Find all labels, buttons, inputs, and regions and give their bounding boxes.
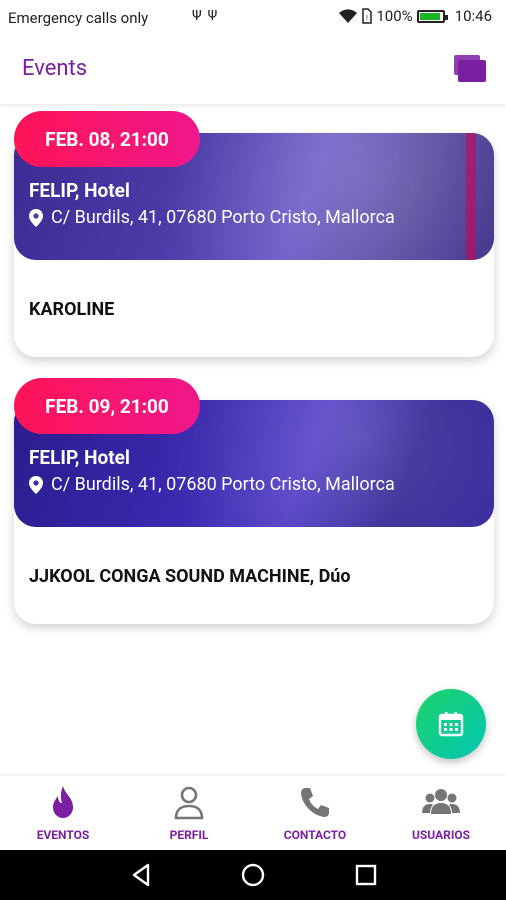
flame-icon — [53, 786, 73, 818]
nav-item-perfil[interactable]: PERFIL — [126, 776, 252, 850]
event-name: JJKOOL CONGA SOUND MACHINE, Dúo — [29, 566, 351, 587]
phone-icon — [301, 788, 329, 817]
back-icon[interactable] — [126, 860, 156, 890]
nav-item-eventos[interactable]: EVENTOS — [0, 776, 126, 850]
nav-item-usuarios[interactable]: USUARIOS — [378, 776, 504, 850]
clock: 10:46 — [454, 7, 492, 25]
wifi-icon — [339, 9, 358, 23]
event-address: C/ Burdils, 41, 07680 Porto Cristo, Mall… — [29, 474, 395, 495]
svg-text:!: ! — [366, 15, 368, 22]
battery-percent: 100% — [376, 7, 413, 25]
system-navigation-bar — [0, 850, 506, 900]
event-card[interactable]: FELIP, Hotel C/ Burdils, 41, 07680 Porto… — [14, 111, 494, 357]
recents-icon[interactable] — [351, 860, 381, 890]
event-address-text: C/ Burdils, 41, 07680 Porto Cristo, Mall… — [51, 474, 395, 495]
nav-label: CONTACTO — [283, 828, 347, 842]
group-icon — [422, 789, 460, 814]
nav-item-contacto[interactable]: CONTACTO — [252, 776, 378, 850]
carrier-text: Emergency calls only — [8, 9, 149, 27]
calendar-icon — [438, 712, 464, 737]
nav-label: PERFIL — [169, 828, 209, 842]
battery-icon — [416, 9, 448, 23]
nav-label: EVENTOS — [36, 828, 90, 842]
calendar-fab-button[interactable] — [416, 689, 486, 759]
location-pin-icon — [29, 208, 43, 227]
event-card[interactable]: FELIP, Hotel C/ Burdils, 41, 07680 Porto… — [14, 378, 494, 624]
event-name: KAROLINE — [29, 299, 115, 320]
usb-icon: ΨΨ — [192, 8, 224, 24]
event-venue: FELIP, Hotel — [29, 179, 130, 202]
nav-label: USUARIOS — [411, 828, 470, 842]
event-date-badge: FEB. 09, 21:00 — [14, 378, 200, 434]
sim-icon: ! — [362, 8, 373, 24]
status-bar: Emergency calls only ΨΨ ! 100% 10:46 — [0, 0, 506, 36]
collections-icon[interactable] — [454, 55, 486, 83]
bottom-navigation: EVENTOS PERFIL CONTACTO USUARIOS — [0, 776, 506, 850]
app-bar: Events — [0, 36, 506, 104]
person-icon — [174, 786, 204, 820]
event-address: C/ Burdils, 41, 07680 Porto Cristo, Mall… — [29, 207, 395, 228]
status-icons: ! 100% 10:46 — [338, 7, 492, 25]
event-venue: FELIP, Hotel — [29, 446, 130, 469]
home-icon[interactable] — [238, 860, 268, 890]
location-pin-icon — [29, 475, 43, 494]
page-title: Events — [22, 56, 88, 81]
event-address-text: C/ Burdils, 41, 07680 Porto Cristo, Mall… — [51, 207, 395, 228]
event-date-badge: FEB. 08, 21:00 — [14, 111, 200, 167]
